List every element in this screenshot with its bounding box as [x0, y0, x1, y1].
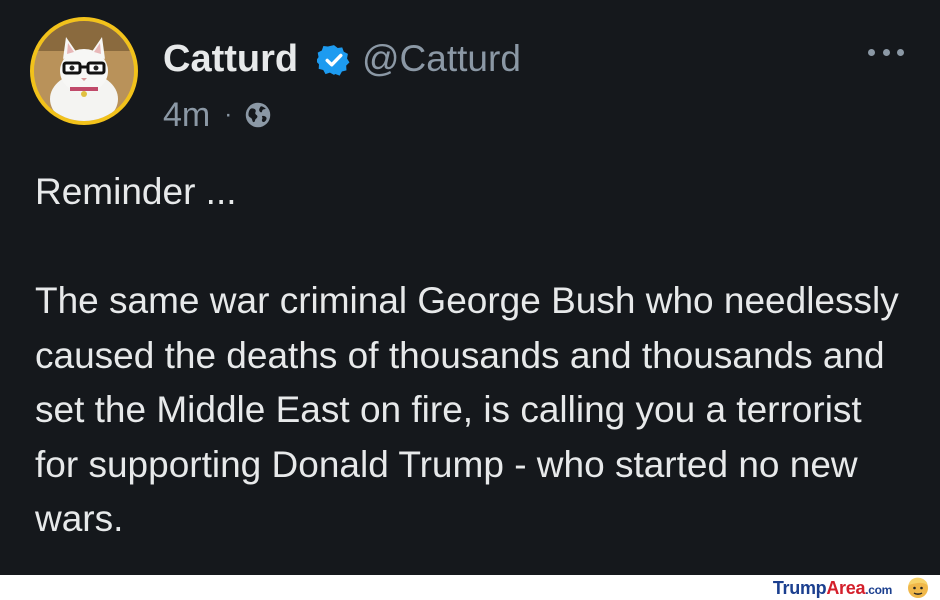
more-dot: [868, 48, 875, 56]
timestamp[interactable]: 4m: [163, 96, 210, 135]
meta-separator: ·: [224, 101, 233, 128]
more-dot: [897, 48, 904, 56]
watermark-brand-suffix: .com: [865, 583, 892, 597]
watermark-bar: TrumpArea.com: [0, 575, 940, 600]
watermark-brand-part2: Area: [826, 578, 866, 598]
tweet-body-paragraph2: The same war criminal George Bush who ne…: [35, 280, 899, 539]
verified-badge-icon: [317, 45, 350, 76]
tweet-meta: 4m ·: [163, 93, 272, 137]
avatar[interactable]: [30, 17, 138, 125]
display-name[interactable]: Catturd: [163, 37, 298, 81]
globe-icon: [245, 102, 271, 128]
tweet-body-line1: Reminder ...: [35, 171, 237, 212]
tweet-body: Reminder ... The same war criminal Georg…: [35, 165, 915, 547]
user-handle[interactable]: @Catturd: [362, 37, 521, 81]
cat-avatar-icon: [34, 21, 134, 121]
more-options-button[interactable]: [868, 45, 904, 59]
watermark-brand-part1: Trump: [772, 578, 827, 598]
tweet-card: Catturd @Catturd 4m · Reminder ... The s…: [0, 0, 940, 575]
watermark-logo: TrumpArea.com: [773, 578, 892, 599]
trump-face-logo-icon: [908, 577, 928, 598]
more-dot: [882, 48, 890, 56]
